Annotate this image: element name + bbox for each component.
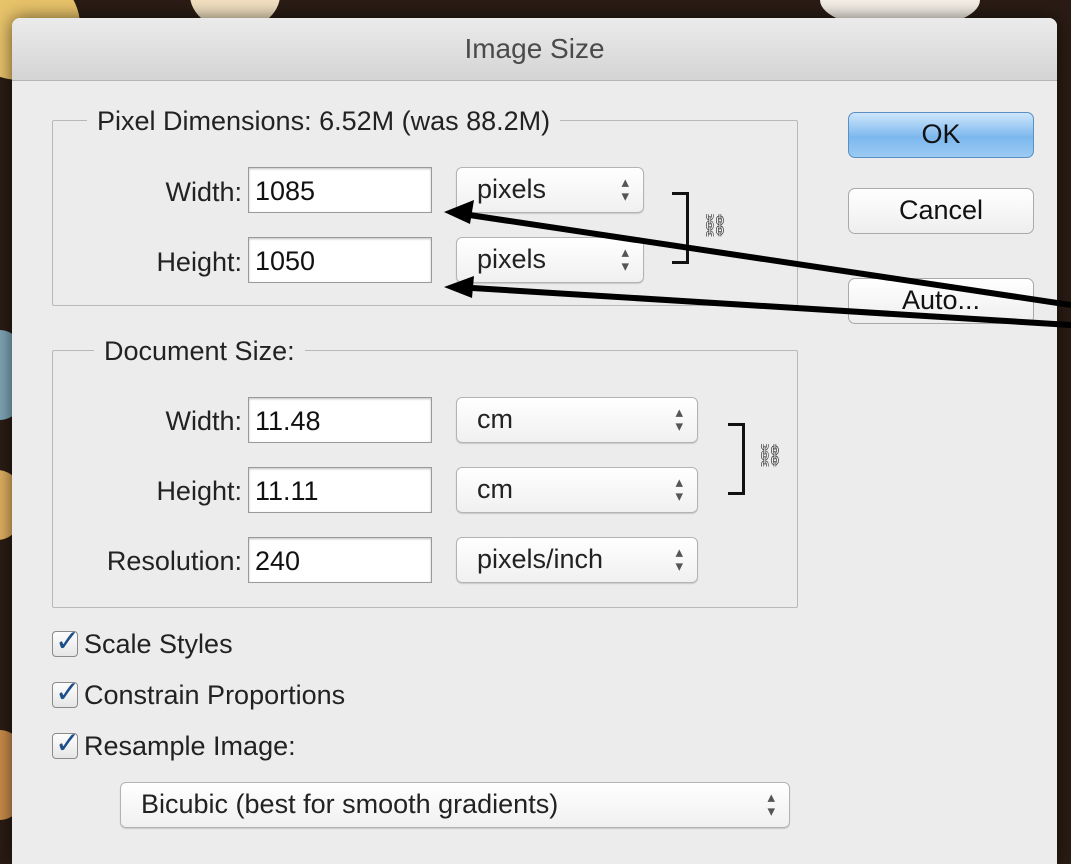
pixel-width-unit-value: pixels [477, 174, 547, 204]
pixel-width-unit-select[interactable]: pixels ▴ ▾ [456, 167, 644, 213]
up-down-arrows-icon: ▴ ▾ [675, 404, 683, 435]
doc-height-unit-value: cm [477, 474, 513, 504]
doc-link-bracket [728, 423, 745, 495]
image-size-dialog: Image Size Pixel Dimensions: 6.52M (was … [12, 18, 1057, 864]
up-down-arrows-icon: ▴ ▾ [767, 789, 775, 820]
resample-method-value: Bicubic (best for smooth gradients) [141, 789, 559, 819]
resample-image-option[interactable]: ✓ Resample Image: [52, 726, 296, 764]
doc-width-unit-value: cm [477, 404, 513, 434]
constrain-proportions-option[interactable]: ✓ Constrain Proportions [52, 675, 346, 713]
auto-button[interactable]: Auto... [848, 278, 1034, 324]
pixel-height-unit-value: pixels [477, 244, 547, 274]
checkmark-icon: ✓ [55, 726, 81, 761]
resolution-unit-value: pixels/inch [477, 544, 604, 574]
doc-height-label: Height: [156, 476, 242, 506]
pixel-width-label: Width: [165, 177, 242, 207]
doc-height-input[interactable]: 11.11 [248, 467, 432, 513]
resolution-label: Resolution: [106, 546, 242, 576]
doc-width-input[interactable]: 11.48 [248, 397, 432, 443]
pixel-height-input[interactable]: 1050 [248, 237, 432, 283]
dialog-title: Image Size [464, 33, 605, 64]
constrain-proportions-label: Constrain Proportions [84, 679, 346, 710]
resample-image-label: Resample Image: [84, 730, 296, 761]
chain-link-icon[interactable]: ⛓ [756, 444, 784, 469]
ok-button[interactable]: OK [848, 112, 1034, 158]
checkmark-icon: ✓ [55, 675, 81, 710]
scale-styles-option[interactable]: ✓ Scale Styles [52, 624, 233, 662]
doc-height-unit-select[interactable]: cm ▴ ▾ [456, 467, 698, 513]
resample-method-select[interactable]: Bicubic (best for smooth gradients) ▴ ▾ [120, 782, 790, 828]
pixel-height-label: Height: [156, 247, 242, 277]
pixel-width-input[interactable]: 1085 [248, 167, 432, 213]
pixel-link-bracket [672, 192, 689, 264]
title-bar[interactable]: Image Size [12, 18, 1057, 81]
doc-width-unit-select[interactable]: cm ▴ ▾ [456, 397, 698, 443]
cancel-button[interactable]: Cancel [848, 188, 1034, 234]
doc-width-label: Width: [165, 406, 242, 436]
document-size-legend: Document Size: [94, 336, 305, 367]
checkmark-icon: ✓ [55, 624, 81, 659]
resolution-unit-select[interactable]: pixels/inch ▴ ▾ [456, 537, 698, 583]
pixel-dimensions-legend: Pixel Dimensions: 6.52M (was 88.2M) [87, 106, 561, 137]
up-down-arrows-icon: ▴ ▾ [675, 544, 683, 575]
resolution-input[interactable]: 240 [248, 537, 432, 583]
scale-styles-label: Scale Styles [84, 628, 233, 659]
scale-styles-checkbox[interactable]: ✓ [52, 624, 80, 659]
resample-image-checkbox[interactable]: ✓ [52, 726, 80, 761]
up-down-arrows-icon: ▴ ▾ [621, 174, 629, 205]
pixel-height-unit-select[interactable]: pixels ▴ ▾ [456, 237, 644, 283]
up-down-arrows-icon: ▴ ▾ [675, 474, 683, 505]
chain-link-icon[interactable]: ⛓ [701, 214, 729, 239]
constrain-proportions-checkbox[interactable]: ✓ [52, 675, 80, 710]
up-down-arrows-icon: ▴ ▾ [621, 244, 629, 275]
